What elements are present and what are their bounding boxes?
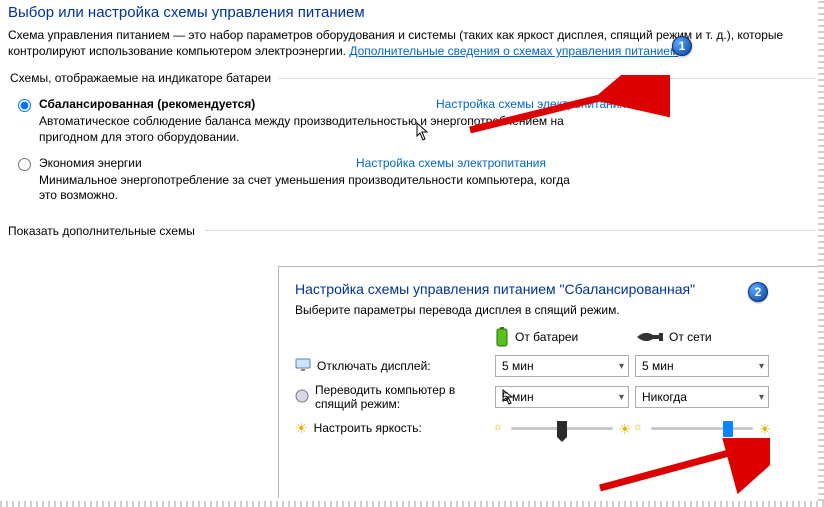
chevron-down-icon: ▾ bbox=[759, 392, 764, 403]
learn-more-link[interactable]: Дополнительные сведения о схемах управле… bbox=[349, 44, 678, 58]
monitor-icon bbox=[295, 358, 311, 375]
sun-large-icon: ☀ bbox=[758, 421, 771, 438]
show-more-label: Показать дополнительные схемы bbox=[8, 224, 205, 238]
row-brightness: ☀ Настроить яркость: ☼ ☀ ☼ ☀ bbox=[295, 417, 802, 439]
chevron-down-icon: ▾ bbox=[759, 361, 764, 372]
battery-icon bbox=[495, 327, 509, 347]
page-description: Схема управления питанием — это набор па… bbox=[8, 27, 816, 59]
display-off-battery-select[interactable]: 5 мин ▾ bbox=[495, 355, 629, 377]
plan-balanced-name: Сбалансированная (рекомендуется) bbox=[39, 97, 255, 111]
display-off-ac-select[interactable]: 5 мин ▾ bbox=[635, 355, 769, 377]
moon-icon bbox=[295, 389, 309, 406]
plan-powersaver-desc: Минимальное энергопотребление за счет ум… bbox=[39, 173, 579, 204]
show-more-plans[interactable]: Показать дополнительные схемы bbox=[8, 224, 816, 238]
plan-balanced-desc: Автоматическое соблюдение баланса между … bbox=[39, 114, 579, 145]
sleep-ac-value: Никогда bbox=[642, 390, 687, 404]
plans-group: Схемы, отображаемые на индикаторе батаре… bbox=[8, 71, 816, 213]
plan-powersaver-name: Экономия энергии bbox=[39, 156, 142, 170]
plan-settings-panel: Настройка схемы управления питанием "Сба… bbox=[278, 266, 818, 498]
panel2-title: Настройка схемы управления питанием "Сба… bbox=[295, 281, 802, 297]
col-header-ac-label: От сети bbox=[669, 330, 712, 344]
slider-thumb[interactable] bbox=[557, 421, 567, 437]
row-display-off: Отключать дисплей: 5 мин ▾ 5 мин ▾ bbox=[295, 355, 802, 377]
row-brightness-label: Настроить яркость: bbox=[314, 421, 422, 435]
sun-small-icon: ☼ bbox=[493, 421, 503, 433]
divider bbox=[205, 230, 816, 231]
row-sleep-label: Переводить компьютер в спящий режим: bbox=[315, 383, 495, 411]
annotation-badge-1: 1 bbox=[672, 36, 692, 56]
plan-powersaver-radio[interactable] bbox=[18, 158, 31, 171]
plan-powersaver-settings-link[interactable]: Настройка схемы электропитания bbox=[356, 156, 546, 170]
row-sleep: Переводить компьютер в спящий режим: 5 м… bbox=[295, 383, 802, 411]
plans-legend: Схемы, отображаемые на индикаторе батаре… bbox=[8, 71, 279, 85]
annotation-badge-2: 2 bbox=[748, 282, 768, 302]
plan-balanced-radio[interactable] bbox=[18, 99, 31, 112]
brightness-ac-slider[interactable]: ☼ ☀ bbox=[635, 417, 769, 439]
sleep-ac-select[interactable]: Никогда ▾ bbox=[635, 386, 769, 408]
brightness-battery-slider[interactable]: ☼ ☀ bbox=[495, 417, 629, 439]
sleep-battery-select[interactable]: 5 мин ▾ bbox=[495, 386, 629, 408]
sun-icon: ☀ bbox=[295, 420, 308, 437]
chevron-down-icon: ▾ bbox=[619, 361, 624, 372]
row-display-off-label: Отключать дисплей: bbox=[317, 359, 431, 373]
plan-powersaver[interactable]: Экономия энергии Настройка схемы электро… bbox=[18, 156, 816, 171]
plug-icon bbox=[635, 330, 663, 344]
plan-balanced[interactable]: Сбалансированная (рекомендуется) Настрой… bbox=[18, 97, 816, 112]
panel2-subtitle: Выберите параметры перевода дисплея в сп… bbox=[295, 303, 802, 317]
plan-balanced-settings-link[interactable]: Настройка схемы электропитания bbox=[436, 97, 626, 111]
torn-edge bbox=[818, 0, 824, 507]
page-title: Выбор или настройка схемы управления пит… bbox=[8, 4, 816, 21]
col-header-battery: От батареи bbox=[495, 327, 635, 347]
torn-edge bbox=[0, 501, 824, 507]
display-off-ac-value: 5 мин bbox=[642, 359, 674, 373]
chevron-down-icon: ▾ bbox=[619, 392, 624, 403]
slider-thumb[interactable] bbox=[723, 421, 733, 437]
sun-small-icon: ☼ bbox=[633, 421, 643, 433]
display-off-battery-value: 5 мин bbox=[502, 359, 534, 373]
sun-large-icon: ☀ bbox=[618, 421, 631, 438]
col-header-battery-label: От батареи bbox=[515, 330, 578, 344]
sleep-battery-value: 5 мин bbox=[502, 390, 534, 404]
col-header-ac: От сети bbox=[635, 327, 775, 347]
